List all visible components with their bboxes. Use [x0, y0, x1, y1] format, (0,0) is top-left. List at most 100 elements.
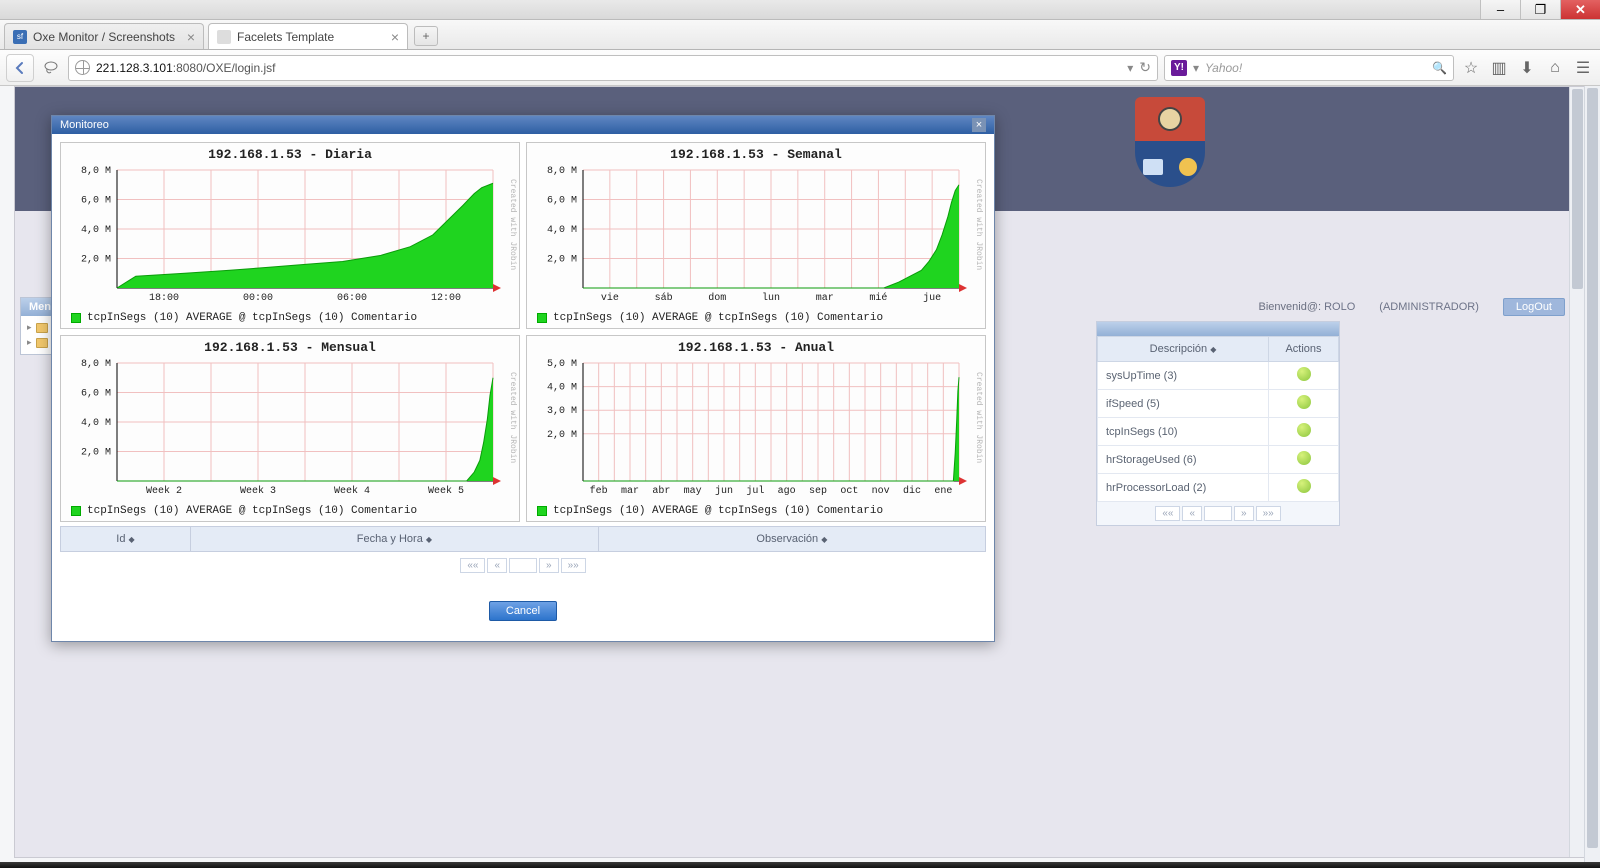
modal-header[interactable]: Monitoreo ×	[52, 116, 994, 134]
chart-title: 192.168.1.53 - Mensual	[61, 336, 519, 355]
svg-text:2,0 M: 2,0 M	[81, 448, 111, 459]
page-vertical-scrollbar[interactable]	[1569, 87, 1585, 857]
search-dropdown-icon[interactable]: ▾	[1193, 61, 1199, 75]
library-icon[interactable]: ▥	[1488, 57, 1510, 79]
svg-text:feb: feb	[590, 485, 608, 497]
svg-text:abr: abr	[652, 485, 670, 497]
window-maximize-button[interactable]: ❐	[1520, 0, 1560, 19]
svg-text:Week 2: Week 2	[146, 485, 182, 497]
folder-icon	[36, 323, 48, 333]
svg-text:jul: jul	[746, 485, 764, 497]
search-bar[interactable]: Y! ▾ Yahoo! 🔍	[1164, 55, 1454, 81]
downloads-icon[interactable]: ⬇	[1516, 57, 1538, 79]
viewport-vertical-scrollbar[interactable]	[1584, 86, 1600, 862]
page-viewport: OXE Bienvenid@: ROLO (ADMINISTRADOR) Log…	[0, 86, 1600, 868]
svg-text:may: may	[684, 486, 702, 497]
pager-first-button[interactable]: ««	[460, 558, 485, 573]
cell-desc: hrStorageUsed (6)	[1098, 446, 1269, 474]
browser-tab[interactable]: sf Oxe Monitor / Screenshots ×	[4, 23, 204, 49]
chart-legend: tcpInSegs (10) AVERAGE @ tcpInSegs (10) …	[61, 310, 519, 328]
col-descripcion[interactable]: Descripción ◆	[1098, 337, 1269, 362]
cell-action[interactable]	[1269, 390, 1339, 418]
action-dot-icon[interactable]	[1297, 479, 1311, 493]
home-icon[interactable]: ⌂	[1544, 57, 1566, 79]
data-table: Descripción ◆ Actions sysUpTime (3)ifSpe…	[1097, 336, 1339, 502]
pager-next-button[interactable]: »	[1234, 506, 1254, 521]
chart-weekly: 192.168.1.53 - SemanalCreated with JRobi…	[526, 142, 986, 329]
lasso-icon	[43, 60, 59, 76]
browser-tabstrip: sf Oxe Monitor / Screenshots × Facelets …	[0, 20, 1600, 50]
pager-last-button[interactable]: »»	[561, 558, 586, 573]
table-row[interactable]: sysUpTime (3)	[1098, 362, 1339, 390]
table-row[interactable]: hrStorageUsed (6)	[1098, 446, 1339, 474]
new-tab-button[interactable]: +	[414, 26, 438, 46]
svg-text:8,0 M: 8,0 M	[547, 166, 577, 177]
svg-text:3,0 M: 3,0 M	[547, 406, 577, 417]
search-icon[interactable]: 🔍	[1432, 61, 1447, 75]
pager-next-button[interactable]: »	[539, 558, 559, 573]
menu-icon[interactable]: ☰	[1572, 57, 1594, 79]
address-bar[interactable]: 221.128.3.101:8080/OXE/login.jsf ▾ ↻	[68, 55, 1158, 81]
svg-text:06:00: 06:00	[337, 293, 367, 304]
chart-daily: 192.168.1.53 - DiariaCreated with JRobin…	[60, 142, 520, 329]
chart-legend: tcpInSegs (10) AVERAGE @ tcpInSegs (10) …	[61, 503, 519, 521]
os-taskbar[interactable]	[0, 862, 1600, 868]
action-dot-icon[interactable]	[1297, 423, 1311, 437]
table-row[interactable]: tcpInSegs (10)	[1098, 418, 1339, 446]
action-dot-icon[interactable]	[1297, 451, 1311, 465]
shield-emblem-icon	[1135, 97, 1205, 201]
svg-text:jue: jue	[923, 292, 941, 304]
col-id[interactable]: Id ◆	[61, 527, 191, 552]
role-label: (ADMINISTRADOR)	[1379, 301, 1479, 313]
col-actions[interactable]: Actions	[1269, 337, 1339, 362]
cancel-button[interactable]: Cancel	[489, 601, 557, 621]
tab-close-icon[interactable]: ×	[391, 29, 399, 45]
svg-text:2,0 M: 2,0 M	[547, 430, 577, 441]
pager-prev-button[interactable]: «	[487, 558, 507, 573]
cell-action[interactable]	[1269, 418, 1339, 446]
chart-legend: tcpInSegs (10) AVERAGE @ tcpInSegs (10) …	[527, 310, 985, 328]
svg-text:18:00: 18:00	[149, 293, 179, 304]
cell-action[interactable]	[1269, 446, 1339, 474]
cell-action[interactable]	[1269, 362, 1339, 390]
tab-close-icon[interactable]: ×	[187, 29, 195, 45]
url-text: 221.128.3.101:8080/OXE/login.jsf	[96, 61, 275, 75]
chart-watermark: Created with JRobin	[505, 340, 517, 495]
window-minimize-button[interactable]: –	[1480, 0, 1520, 19]
modal-close-button[interactable]: ×	[972, 118, 986, 132]
svg-text:sep: sep	[809, 486, 827, 497]
table-row[interactable]: ifSpeed (5)	[1098, 390, 1339, 418]
table-row[interactable]: hrProcessorLoad (2)	[1098, 474, 1339, 502]
bookmark-star-icon[interactable]: ☆	[1460, 57, 1482, 79]
legend-swatch-icon	[537, 506, 547, 516]
window-close-button[interactable]: ✕	[1560, 0, 1600, 19]
search-placeholder: Yahoo!	[1205, 61, 1242, 75]
chart-legend: tcpInSegs (10) AVERAGE @ tcpInSegs (10) …	[527, 503, 985, 521]
col-observacion[interactable]: Observación ◆	[598, 527, 985, 552]
svg-text:4,0 M: 4,0 M	[547, 225, 577, 236]
svg-text:ene: ene	[934, 486, 952, 497]
nav-back-button[interactable]	[6, 54, 34, 82]
favicon-icon: sf	[13, 30, 27, 44]
tab-title: Oxe Monitor / Screenshots	[33, 30, 175, 44]
cell-action[interactable]	[1269, 474, 1339, 502]
scrollbar-thumb[interactable]	[1572, 89, 1583, 289]
reload-icon[interactable]: ↻	[1139, 59, 1151, 76]
scrollbar-thumb[interactable]	[1587, 88, 1598, 848]
logout-button[interactable]: LogOut	[1503, 298, 1565, 316]
action-dot-icon[interactable]	[1297, 367, 1311, 381]
nav-lasso-button[interactable]	[40, 54, 62, 82]
browser-tab[interactable]: Facelets Template ×	[208, 23, 408, 49]
svg-text:oct: oct	[840, 486, 858, 497]
action-dot-icon[interactable]	[1297, 395, 1311, 409]
pager-last-button[interactable]: »»	[1256, 506, 1281, 521]
svg-text:2,0 M: 2,0 M	[547, 255, 577, 266]
chart-watermark: Created with JRobin	[971, 340, 983, 495]
history-dropdown-icon[interactable]: ▾	[1127, 61, 1133, 75]
pager-first-button[interactable]: ««	[1155, 506, 1180, 521]
pager-prev-button[interactable]: «	[1182, 506, 1202, 521]
col-fecha[interactable]: Fecha y Hora ◆	[191, 527, 599, 552]
svg-text:dic: dic	[903, 485, 921, 497]
svg-text:lun: lun	[762, 292, 780, 304]
chart-watermark: Created with JRobin	[971, 147, 983, 302]
